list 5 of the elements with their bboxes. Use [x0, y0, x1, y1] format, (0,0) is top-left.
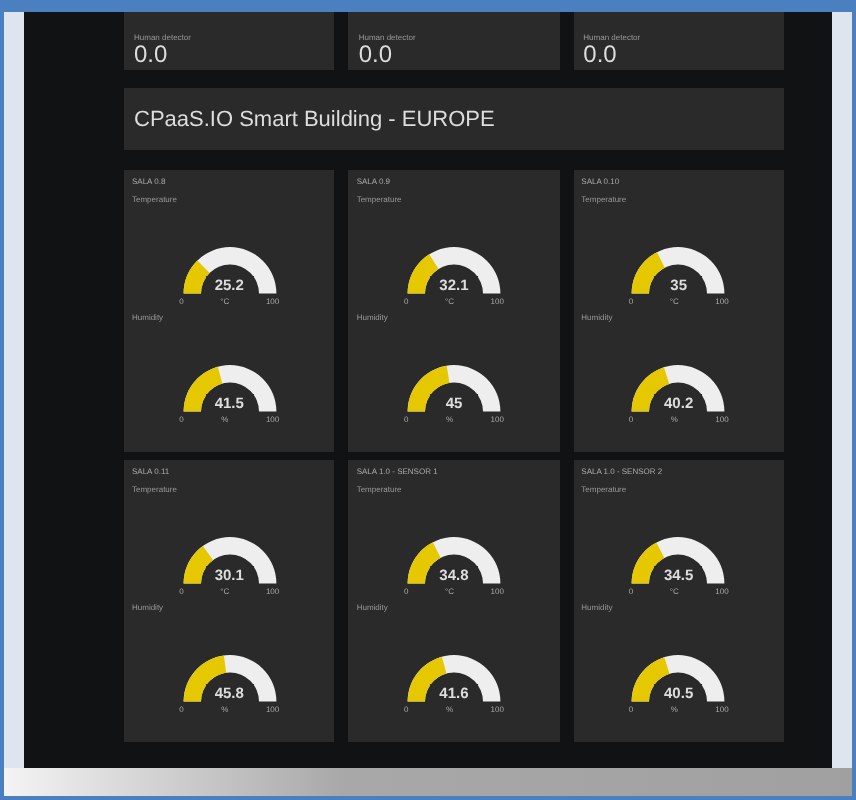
horizontal-scrollbar[interactable]	[4, 768, 852, 796]
card-value: 0.0	[134, 42, 170, 66]
card-value: 0.0	[358, 42, 395, 66]
group-title: CPaaS.IO Smart Building - EUROPE	[134, 107, 495, 131]
card-value: 0.0	[583, 42, 619, 66]
